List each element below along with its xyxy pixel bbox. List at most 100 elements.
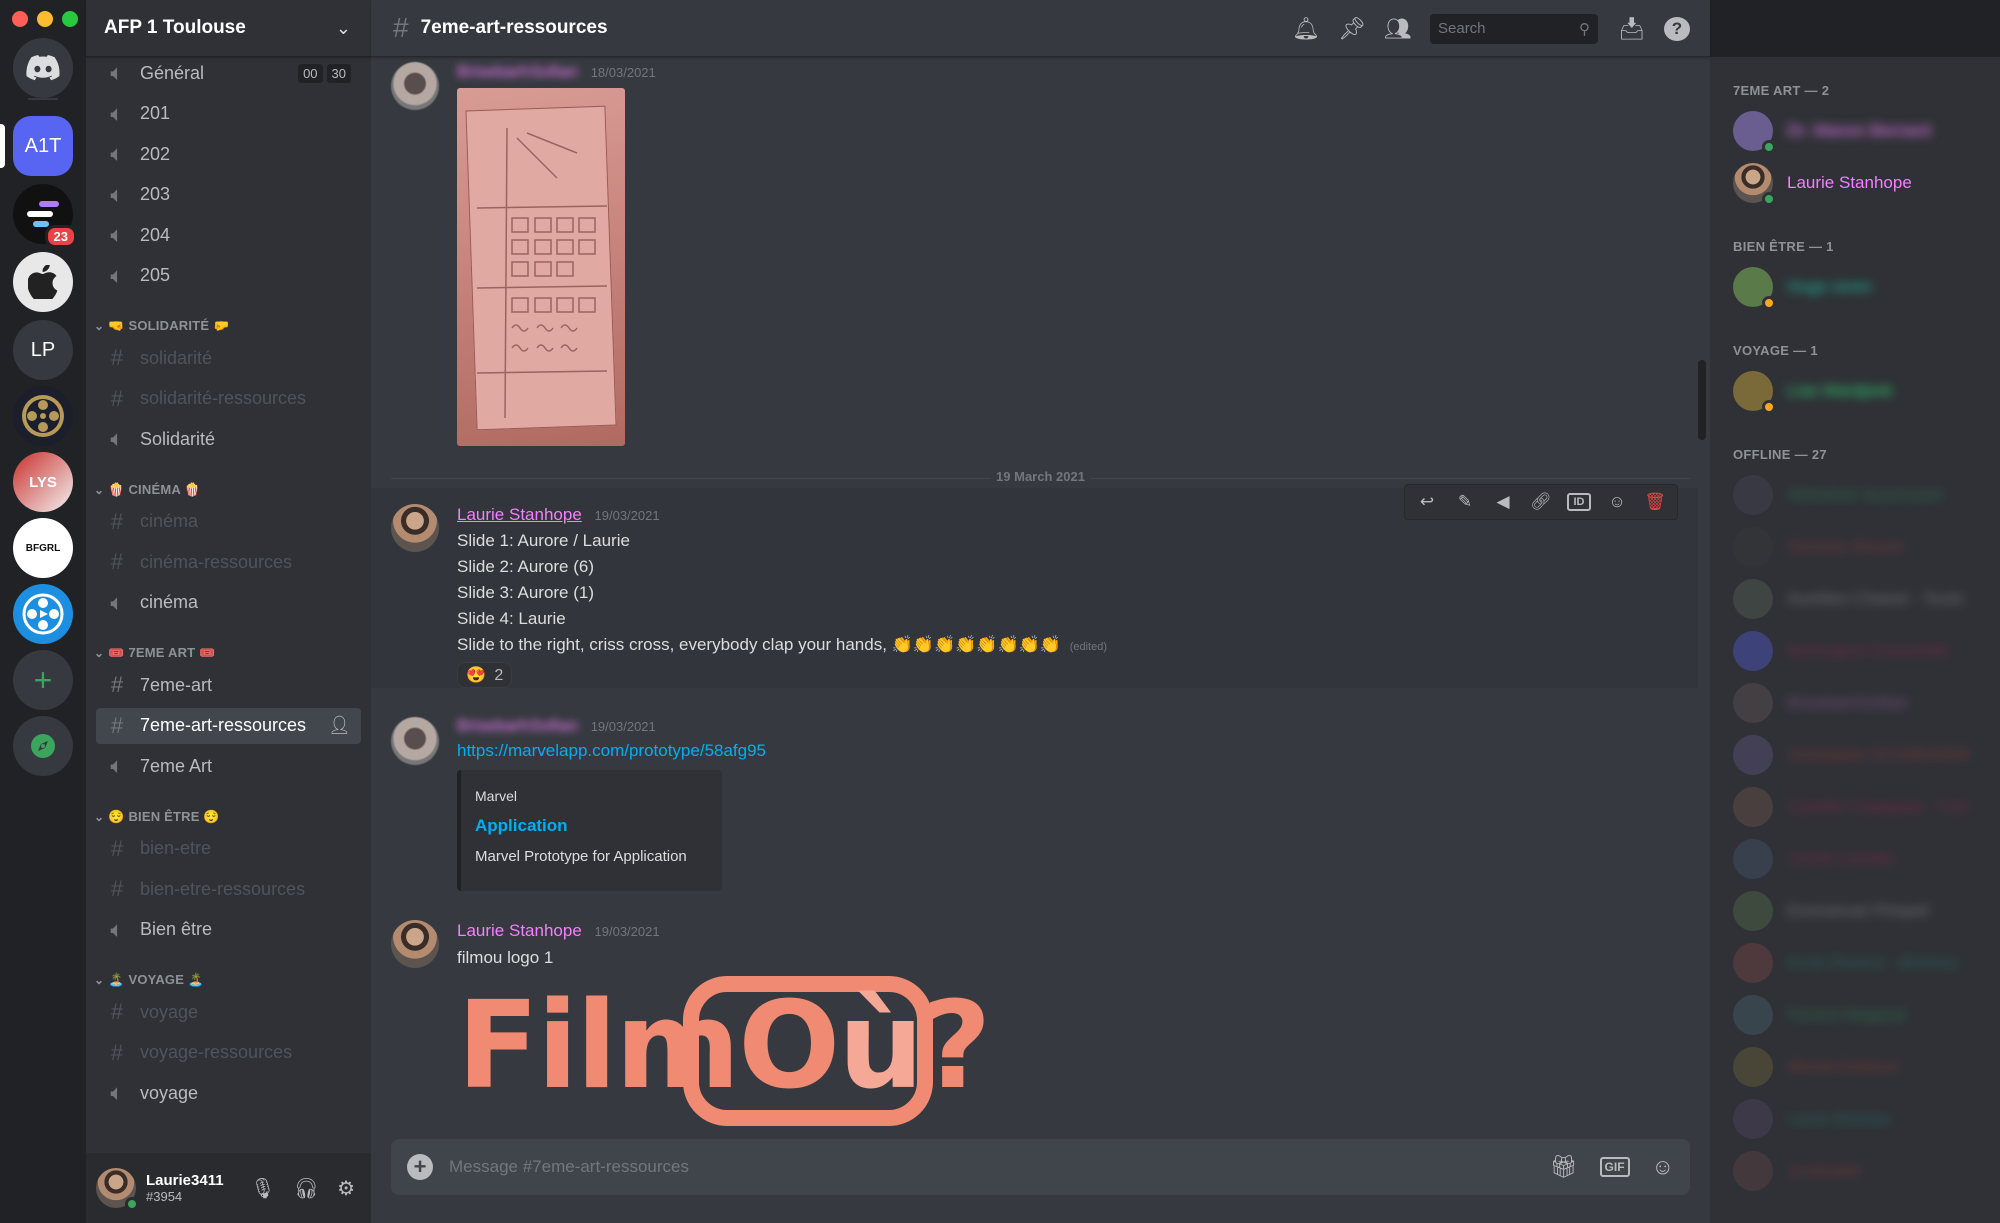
member-item[interactable]: Ernő Zhuenz - Bizimez — [1733, 943, 1959, 983]
message-line: Slide 2: Aurore (6) — [457, 557, 595, 576]
user-avatar[interactable] — [96, 1168, 139, 1211]
message-avatar[interactable] — [391, 504, 439, 552]
text-channel-item[interactable]: # cinéma — [96, 504, 361, 540]
category-header[interactable]: ⌄ 😌 BIEN ÊTRE 😌 — [94, 809, 220, 825]
category-header[interactable]: ⌄ 🏝️ VOYAGE 🏝️ — [94, 972, 204, 988]
member-item[interactable]: Dr. Manon Bernard — [1733, 111, 1931, 154]
member-item[interactable]: Dominic Bouret — [1733, 527, 1903, 567]
member-item[interactable]: Lise Mardjeek — [1733, 371, 1893, 414]
text-channel-item[interactable]: # bien-etre-ressources — [96, 871, 361, 907]
gift-icon[interactable]: 🎁︎ — [1550, 1154, 1578, 1180]
reply-icon[interactable]: ↩ — [1415, 492, 1439, 512]
voice-channel-item[interactable]: 🔈︎ 205 — [96, 258, 361, 294]
message-link[interactable]: https://marvelapp.com/prototype/58afg95 — [457, 741, 766, 761]
user-info[interactable]: Laurie3411 #3954 — [146, 1172, 224, 1204]
reaction-pill[interactable]: 😍 2 — [457, 662, 513, 688]
delete-trash-icon[interactable]: 🗑︎ — [1643, 492, 1667, 512]
thread-icon[interactable]: ◀ — [1491, 492, 1515, 512]
embed-title[interactable]: Application — [475, 816, 722, 836]
member-item[interactable]: Cécile Lanella — [1733, 839, 1894, 879]
notification-bell-icon[interactable]: 🔔︎ — [1292, 16, 1320, 42]
mute-microphone-icon[interactable]: 🎙︎ — [250, 1176, 275, 1201]
server-apple[interactable] — [13, 252, 73, 312]
emoji-picker-icon[interactable]: ☺ — [1652, 1154, 1674, 1180]
server-lp[interactable]: LP — [13, 320, 73, 380]
speaker-icon: 🔈︎ — [110, 916, 124, 942]
voice-channel-item[interactable]: 🔈︎ Solidarité — [96, 421, 361, 457]
inbox-icon[interactable]: 📥︎ — [1618, 16, 1646, 42]
text-channel-item[interactable]: # solidarité — [96, 340, 361, 376]
member-item[interactable]: Berengere Dumonide — [1733, 631, 1949, 671]
text-channel-item[interactable]: #7eme-art-ressources 👤︎ — [96, 707, 361, 744]
member-item[interactable]: Hugo siven — [1733, 267, 1872, 310]
speaker-icon: 🔈︎ — [110, 60, 124, 85]
member-item[interactable]: Laure Bureau — [1733, 1099, 1890, 1139]
voice-channel-item[interactable]: 🔈︎ Bien être — [96, 912, 361, 948]
add-server-button[interactable]: + — [13, 650, 73, 710]
message-avatar[interactable] — [391, 62, 439, 110]
member-item[interactable]: BrisebarhSofian — [1733, 683, 1908, 723]
message-input[interactable]: Message #7eme-art-ressources — [449, 1157, 689, 1177]
server-bfgrl[interactable]: BFGRL — [13, 518, 73, 578]
message-author[interactable]: BrisebarhSofian — [457, 716, 578, 735]
member-item[interactable]: Emmanuel Pimpeil — [1733, 891, 1929, 931]
attach-plus-icon[interactable]: + — [407, 1154, 433, 1180]
message-author[interactable]: Laurie Stanhope — [457, 921, 582, 940]
server-film[interactable] — [13, 584, 73, 644]
add-reaction-icon[interactable]: ☺ — [1605, 492, 1629, 512]
text-channel-item[interactable]: # cinéma-ressources — [96, 544, 361, 580]
text-channel-item[interactable]: #7eme-art — [96, 667, 361, 703]
chat-scrollbar[interactable] — [1698, 360, 1706, 440]
pinned-messages-icon[interactable]: 📌︎ — [1338, 16, 1366, 42]
server-a1t[interactable]: A1T — [13, 116, 73, 176]
explore-servers-button[interactable] — [13, 716, 73, 776]
deafen-headphones-icon[interactable]: 🎧︎ — [294, 1176, 319, 1201]
member-item[interactable]: Florent Magaud — [1733, 995, 1906, 1035]
guild-header[interactable]: AFP 1 Toulouse ⌄ — [86, 0, 371, 57]
voice-channel-item[interactable]: 🔈︎ 204 — [96, 217, 361, 253]
copy-link-icon[interactable]: 🔗︎ — [1529, 492, 1553, 512]
member-item[interactable]: Ju bouder — [1733, 1151, 1863, 1191]
text-channel-item[interactable]: # voyage-ressources — [96, 1035, 361, 1071]
edit-pencil-icon[interactable]: ✎ — [1453, 492, 1477, 512]
member-item[interactable]: Abhishek Soummani — [1733, 475, 1943, 515]
server-app[interactable]: 23 — [13, 184, 77, 248]
text-channel-item[interactable]: # voyage — [96, 994, 361, 1030]
member-list-toggle-icon[interactable]: 👥︎ — [1384, 16, 1412, 42]
server-lys[interactable]: LYS — [13, 452, 73, 512]
server-film-reel[interactable] — [13, 386, 73, 446]
category-header[interactable]: ⌄ 🤜 SOLIDARITÉ 🤛 — [94, 318, 229, 334]
message-avatar[interactable] — [391, 920, 439, 968]
minimize-window-button[interactable] — [37, 11, 53, 27]
close-window-button[interactable] — [12, 11, 28, 27]
member-item[interactable]: christophe SCHNEIDER — [1733, 735, 1970, 775]
discord-home-button[interactable] — [13, 38, 73, 98]
message-avatar[interactable] — [391, 717, 439, 765]
voice-channel-item[interactable]: 🔈︎ cinéma — [96, 585, 361, 621]
maximize-window-button[interactable] — [62, 11, 78, 27]
text-channel-item[interactable]: # bien-etre — [96, 831, 361, 867]
category-header[interactable]: ⌄ 🎟️ 7EME ART 🎟️ — [94, 645, 216, 661]
copy-id-icon[interactable]: ID — [1567, 493, 1591, 511]
settings-gear-icon[interactable]: ⚙ — [337, 1176, 355, 1201]
message-author[interactable]: Laurie Stanhope — [457, 505, 582, 524]
member-item[interactable]: Aurélien Chanel - Toulo — [1733, 579, 1963, 619]
search-input[interactable]: Search ⚲ — [1430, 13, 1598, 44]
text-channel-item[interactable]: # solidarité-ressources — [96, 381, 361, 417]
invite-member-icon[interactable]: 👤︎ — [328, 715, 351, 736]
voice-channel-item[interactable]: 🔈︎ 7eme Art — [96, 748, 361, 784]
message-author[interactable]: BrisebarhSofian — [457, 62, 578, 81]
voice-channel-item[interactable]: 🔈︎ 201 — [96, 96, 361, 132]
category-header[interactable]: ⌄ 🍿 CINÉMA 🍿 — [94, 482, 201, 498]
help-icon[interactable]: ? — [1664, 16, 1690, 41]
gif-icon[interactable]: GIF — [1599, 1157, 1630, 1177]
filmou-logo-image[interactable]: FilmOù? — [457, 970, 991, 1130]
member-item[interactable]: Camille Campana - Tutri — [1733, 787, 1970, 827]
voice-channel-item[interactable]: 🔈︎ voyage — [96, 1075, 361, 1111]
voice-channel-item[interactable]: 🔈︎ Général 00 30 — [96, 55, 361, 91]
voice-channel-item[interactable]: 🔈︎ 202 — [96, 136, 361, 172]
member-item[interactable]: Michel Dubeck — [1733, 1047, 1899, 1087]
member-item[interactable]: Laurie Stanhope — [1733, 163, 1912, 206]
voice-channel-item[interactable]: 🔈︎ 203 — [96, 177, 361, 213]
attachment-image[interactable] — [457, 88, 625, 446]
